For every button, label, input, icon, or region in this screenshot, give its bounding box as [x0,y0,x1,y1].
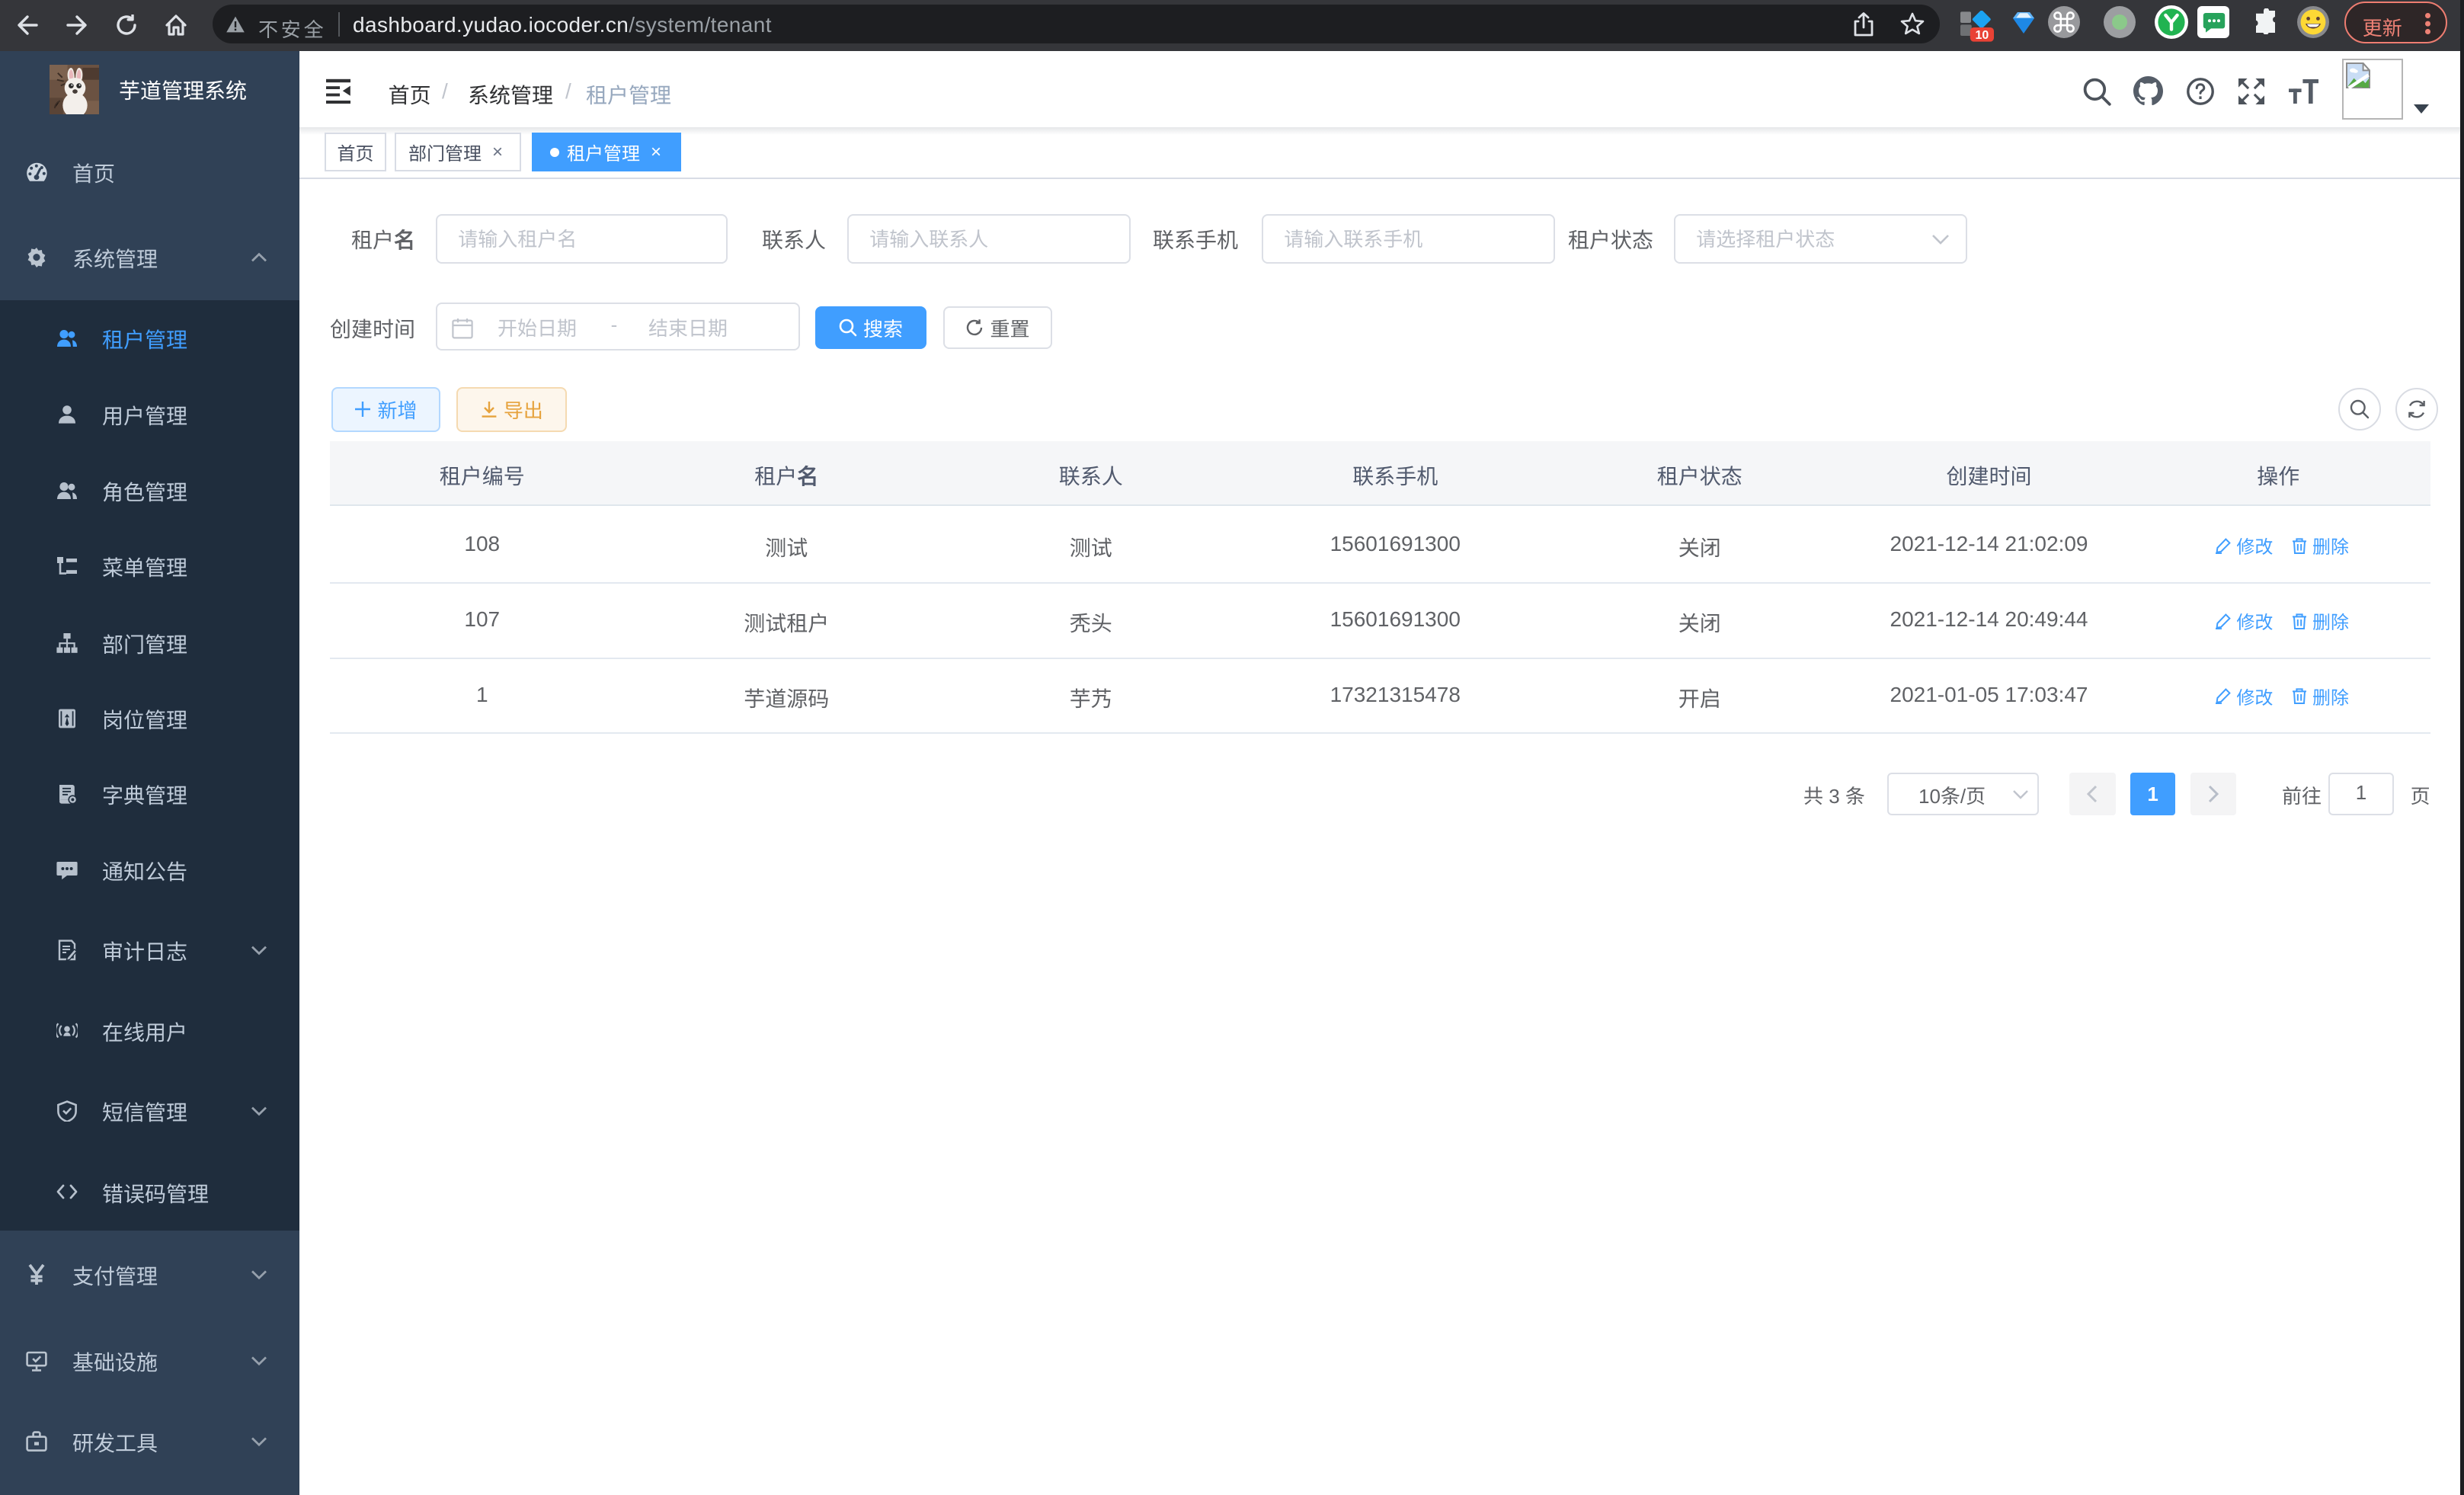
svg-text:10: 10 [1976,29,1989,42]
